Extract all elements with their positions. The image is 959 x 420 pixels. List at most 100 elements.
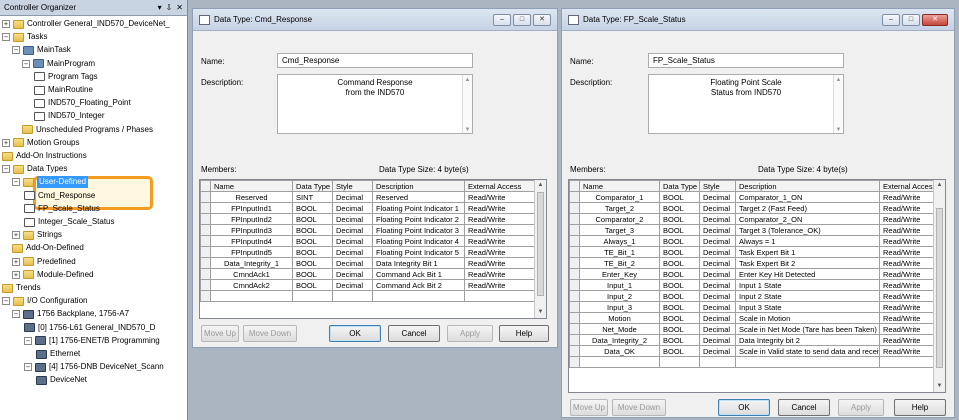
tree-item[interactable]: MainRoutine xyxy=(34,84,93,96)
table-cell[interactable]: TE_Bit_1 xyxy=(579,246,660,258)
row-selector[interactable] xyxy=(569,345,580,357)
table-cell[interactable]: Scale in Net Mode (Tare has been Taken) xyxy=(735,323,880,335)
table-cell[interactable]: Decimal xyxy=(332,213,373,225)
table-cell[interactable]: Decimal xyxy=(699,213,736,225)
description-field[interactable]: Floating Point Scale Status from IND570 … xyxy=(648,74,844,134)
table-cell[interactable]: Command Ack Bit 2 xyxy=(372,279,465,291)
table-cell[interactable]: Read/Write xyxy=(879,202,936,214)
column-header[interactable]: Name xyxy=(579,180,660,192)
help-button[interactable]: Help xyxy=(499,325,549,342)
tree-item[interactable]: + Motion Groups xyxy=(2,137,79,149)
table-cell[interactable]: BOOL xyxy=(659,202,700,214)
table-cell[interactable]: Scale in Valid state to send data and re… xyxy=(735,345,880,357)
table-cell[interactable]: Read/Write xyxy=(464,235,537,247)
table-cell[interactable]: Net_Mode xyxy=(579,323,660,335)
table-cell[interactable]: Comparator_2 xyxy=(579,213,660,225)
table-cell[interactable]: Comparator_2_ON xyxy=(735,213,880,225)
table-cell[interactable]: TE_Bit_2 xyxy=(579,257,660,269)
expand-icon[interactable]: + xyxy=(2,138,10,147)
table-cell[interactable] xyxy=(659,356,700,368)
table-cell[interactable]: Read/Write xyxy=(879,257,936,269)
table-cell[interactable]: Read/Write xyxy=(879,191,936,203)
tree-item[interactable]: IND570_Floating_Point xyxy=(34,97,131,109)
table-cell[interactable]: Decimal xyxy=(699,290,736,302)
table-cell[interactable]: Input 2 State xyxy=(735,290,880,302)
table-row[interactable]: Input_3 BOOL Decimal Input 3 State Read/Writ… xyxy=(569,301,936,313)
table-cell[interactable]: Always_1 xyxy=(579,235,660,247)
table-cell[interactable]: BOOL xyxy=(292,268,333,280)
table-cell[interactable]: BOOL xyxy=(292,213,333,225)
table-cell[interactable]: Read/Write xyxy=(879,312,936,324)
ok-button[interactable]: OK xyxy=(718,399,770,416)
tree-item[interactable]: Integer_Scale_Status xyxy=(24,216,115,228)
table-cell[interactable]: Reserved xyxy=(210,191,293,203)
table-cell[interactable] xyxy=(210,290,293,302)
table-cell[interactable]: Floating Point Indicator 4 xyxy=(372,235,465,247)
row-selector[interactable] xyxy=(200,235,211,247)
table-cell[interactable]: Decimal xyxy=(699,202,736,214)
table-cell[interactable]: Read/Write xyxy=(879,334,936,346)
row-selector[interactable] xyxy=(569,213,580,225)
column-header[interactable]: Description xyxy=(735,180,880,192)
table-cell[interactable]: Decimal xyxy=(699,246,736,258)
table-cell[interactable]: FPInputInd2 xyxy=(210,213,293,225)
column-header[interactable]: Style xyxy=(699,180,736,192)
row-selector[interactable] xyxy=(200,191,211,203)
row-selector[interactable] xyxy=(569,246,580,258)
collapse-icon[interactable]: − xyxy=(12,178,20,187)
table-cell[interactable]: Decimal xyxy=(699,345,736,357)
scroll-down-icon[interactable]: ▼ xyxy=(934,381,945,392)
table-cell[interactable]: BOOL xyxy=(292,224,333,236)
collapse-icon[interactable]: − xyxy=(12,46,20,55)
table-cell[interactable] xyxy=(292,290,333,302)
table-row[interactable]: Input_2 BOOL Decimal Input 2 State Read/Writ… xyxy=(569,290,936,302)
help-button[interactable]: Help xyxy=(894,399,946,416)
table-row[interactable]: Data_Integrity_1 BOOL Decimal Data Integrit… xyxy=(200,257,537,269)
table-cell[interactable]: BOOL xyxy=(659,235,700,247)
table-row[interactable]: Net_Mode BOOL Decimal Scale in Net Mode (Ta… xyxy=(569,323,936,335)
table-cell[interactable]: BOOL xyxy=(659,279,700,291)
table-cell[interactable]: Always = 1 xyxy=(735,235,880,247)
table-cell[interactable]: Decimal xyxy=(699,257,736,269)
new-row[interactable] xyxy=(200,290,537,302)
tree-item[interactable]: + Strings xyxy=(12,229,62,241)
table-cell[interactable]: BOOL xyxy=(659,191,700,203)
row-selector[interactable] xyxy=(569,191,580,203)
table-cell[interactable]: Decimal xyxy=(699,301,736,313)
table-cell[interactable]: Target_3 xyxy=(579,224,660,236)
table-cell[interactable]: Target_2 xyxy=(579,202,660,214)
table-cell[interactable]: Floating Point Indicator 5 xyxy=(372,246,465,258)
row-selector[interactable] xyxy=(569,334,580,346)
maximize-icon[interactable]: □ xyxy=(902,13,920,26)
table-cell[interactable]: Scale in Motion xyxy=(735,312,880,324)
column-header[interactable]: External Access xyxy=(464,180,537,192)
table-cell[interactable]: Target 3 (Tolerance_OK) xyxy=(735,224,880,236)
table-row[interactable]: Reserved SINT Decimal Reserved Read/Write xyxy=(200,191,537,203)
tree-item[interactable]: Add-On Instructions xyxy=(2,150,87,162)
name-field[interactable]: Cmd_Response xyxy=(277,53,473,68)
tree-item[interactable]: [0] 1756-L61 General_IND570_D xyxy=(24,322,155,334)
table-cell[interactable]: Read/Write xyxy=(464,224,537,236)
row-selector[interactable] xyxy=(200,213,211,225)
table-row[interactable]: Input_1 BOOL Decimal Input 1 State Read/Writ… xyxy=(569,279,936,291)
expand-icon[interactable]: + xyxy=(12,231,20,240)
row-selector[interactable] xyxy=(569,235,580,247)
table-cell[interactable]: Reserved xyxy=(372,191,465,203)
table-cell[interactable]: Read/Write xyxy=(879,345,936,357)
table-cell[interactable]: BOOL xyxy=(292,202,333,214)
column-header[interactable]: External Acces xyxy=(879,180,936,192)
move-down-button[interactable]: Move Down xyxy=(243,325,297,342)
table-cell[interactable]: BOOL xyxy=(659,290,700,302)
table-cell[interactable]: Floating Point Indicator 1 xyxy=(372,202,465,214)
cancel-button[interactable]: Cancel xyxy=(778,399,830,416)
table-cell[interactable]: Decimal xyxy=(699,323,736,335)
new-row[interactable] xyxy=(569,356,936,368)
row-selector[interactable] xyxy=(569,257,580,269)
table-cell[interactable]: Read/Write xyxy=(464,279,537,291)
table-cell[interactable] xyxy=(579,356,660,368)
collapse-icon[interactable]: − xyxy=(2,297,10,306)
table-cell[interactable]: Decimal xyxy=(332,224,373,236)
table-cell[interactable]: Decimal xyxy=(699,279,736,291)
tree-item[interactable]: − MainTask xyxy=(12,44,71,56)
table-row[interactable]: TE_Bit_2 BOOL Decimal Task Expert Bit 2 Read… xyxy=(569,257,936,269)
